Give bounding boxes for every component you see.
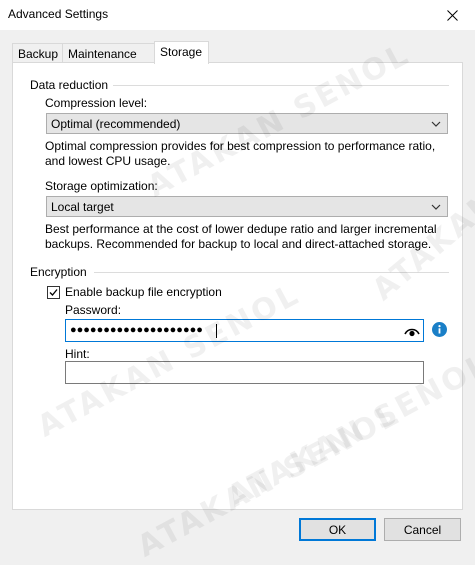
tab-label: Maintenance (68, 47, 137, 61)
password-field[interactable]: ●●●●●●●●●●●●●●●●●●●● (65, 319, 424, 342)
compression-level-label: Compression level: (45, 96, 148, 110)
eye-icon[interactable] (404, 325, 420, 337)
enable-encryption-label[interactable]: Enable backup file encryption (65, 285, 222, 299)
hint-field[interactable] (65, 361, 424, 384)
info-icon[interactable] (432, 322, 447, 337)
storage-optimization-description: Best performance at the cost of lower de… (45, 222, 437, 251)
storage-optimization-dropdown[interactable]: Local target (46, 196, 448, 217)
window-title: Advanced Settings (8, 7, 109, 21)
ok-button[interactable]: OK (299, 518, 376, 541)
storage-panel: Data reduction Compression level: Optima… (12, 36, 475, 565)
compression-description: Optimal compression provides for best co… (45, 139, 436, 168)
text-caret (216, 324, 217, 338)
storage-optimization-label: Storage optimization: (45, 179, 158, 193)
compression-level-dropdown[interactable]: Optimal (recommended) (46, 113, 448, 134)
hint-label: Hint: (65, 347, 90, 361)
tab-backup[interactable]: Backup (12, 43, 63, 62)
group-divider (94, 272, 449, 273)
password-label: Password: (65, 303, 122, 317)
compression-level-value: Optimal (recommended) (51, 117, 181, 131)
chevron-down-icon (431, 121, 441, 127)
title-bar: Advanced Settings (0, 0, 475, 30)
tab-maintenance[interactable]: Maintenance (62, 43, 155, 62)
close-button[interactable] (429, 0, 475, 30)
password-value: ●●●●●●●●●●●●●●●●●●●● (70, 324, 203, 336)
close-icon (446, 9, 458, 21)
encryption-group-label: Encryption (30, 265, 87, 279)
group-divider (113, 85, 449, 86)
enable-encryption-checkbox[interactable] (47, 286, 60, 299)
tab-label: Backup (18, 47, 59, 61)
data-reduction-group-label: Data reduction (30, 78, 109, 92)
storage-optimization-value: Local target (51, 200, 114, 214)
cancel-button[interactable]: Cancel (384, 518, 461, 541)
cancel-button-label: Cancel (403, 522, 442, 537)
ok-button-label: OK (328, 522, 347, 537)
checkmark-icon (49, 289, 58, 296)
tab-label: Storage (160, 45, 203, 59)
tab-storage[interactable]: Storage (154, 41, 209, 64)
chevron-down-icon (431, 204, 441, 210)
